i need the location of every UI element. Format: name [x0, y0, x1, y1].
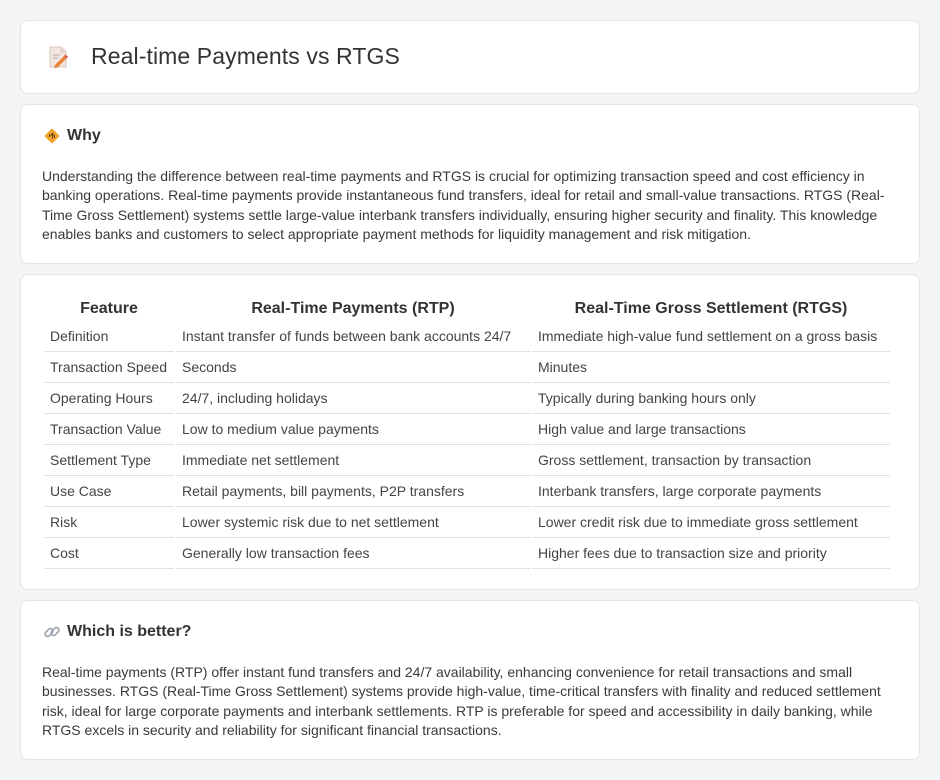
row-rtgs: Higher fees due to transaction size and …	[532, 538, 890, 569]
row-rtp: Retail payments, bill payments, P2P tran…	[176, 476, 530, 507]
row-rtp: Instant transfer of funds between bank a…	[176, 321, 530, 352]
table-header-row: Feature Real-Time Payments (RTP) Real-Ti…	[44, 297, 890, 321]
table-row: Settlement Type Immediate net settlement…	[44, 445, 890, 476]
row-rtgs: Lower credit risk due to immediate gross…	[532, 507, 890, 538]
row-rtgs: Immediate high-value fund settlement on …	[532, 321, 890, 352]
why-heading: Why	[43, 127, 101, 145]
row-rtp: Generally low transaction fees	[176, 538, 530, 569]
table-row: Transaction Speed Seconds Minutes	[44, 352, 890, 383]
row-feature: Cost	[44, 538, 174, 569]
table-row: Cost Generally low transaction fees High…	[44, 538, 890, 569]
row-rtgs: Typically during banking hours only	[532, 383, 890, 414]
row-rtgs: High value and large transactions	[532, 414, 890, 445]
row-rtp: Seconds	[176, 352, 530, 383]
better-text: Real-time payments (RTP) offer instant f…	[42, 664, 881, 739]
title-card: Real-time Payments vs RTGS	[20, 20, 920, 94]
table-row: Definition Instant transfer of funds bet…	[44, 321, 890, 352]
header-rtp: Real-Time Payments (RTP)	[251, 300, 455, 317]
table-row: Risk Lower systemic risk due to net sett…	[44, 507, 890, 538]
row-feature: Operating Hours	[44, 383, 174, 414]
table-row: Operating Hours 24/7, including holidays…	[44, 383, 890, 414]
table-row: Transaction Value Low to medium value pa…	[44, 414, 890, 445]
row-rtp: Low to medium value payments	[176, 414, 530, 445]
row-feature: Definition	[44, 321, 174, 352]
row-rtp: Lower systemic risk due to net settlemen…	[176, 507, 530, 538]
table-card: Feature Real-Time Payments (RTP) Real-Ti…	[20, 274, 920, 590]
document-edit-icon	[49, 46, 68, 68]
row-rtgs: Gross settlement, transaction by transac…	[532, 445, 890, 476]
header-rtgs: Real-Time Gross Settlement (RTGS)	[574, 300, 848, 317]
better-title: Which is better?	[67, 623, 192, 640]
row-rtgs: Interbank transfers, large corporate pay…	[532, 476, 890, 507]
title-row: Real-time Payments vs RTGS	[45, 43, 400, 70]
why-card: Why Understanding the difference between…	[20, 104, 920, 264]
row-feature: Use Case	[44, 476, 174, 507]
better-heading: Which is better?	[43, 623, 191, 641]
page-title: Real-time Payments vs RTGS	[91, 43, 400, 69]
row-rtp: 24/7, including holidays	[176, 383, 530, 414]
row-rtgs: Minutes	[532, 352, 890, 383]
header-feature: Feature	[80, 300, 138, 317]
link-icon	[44, 626, 60, 638]
row-feature: Transaction Speed	[44, 352, 174, 383]
row-rtp: Immediate net settlement	[176, 445, 530, 476]
why-text: Understanding the difference between rea…	[42, 168, 885, 243]
diamond-signal-icon	[44, 128, 60, 144]
why-title: Why	[67, 127, 101, 144]
row-feature: Risk	[44, 507, 174, 538]
better-card: Which is better? Real-time payments (RTP…	[20, 600, 920, 760]
row-feature: Settlement Type	[44, 445, 174, 476]
row-feature: Transaction Value	[44, 414, 174, 445]
table-row: Use Case Retail payments, bill payments,…	[44, 476, 890, 507]
comparison-table: Feature Real-Time Payments (RTP) Real-Ti…	[42, 297, 892, 569]
